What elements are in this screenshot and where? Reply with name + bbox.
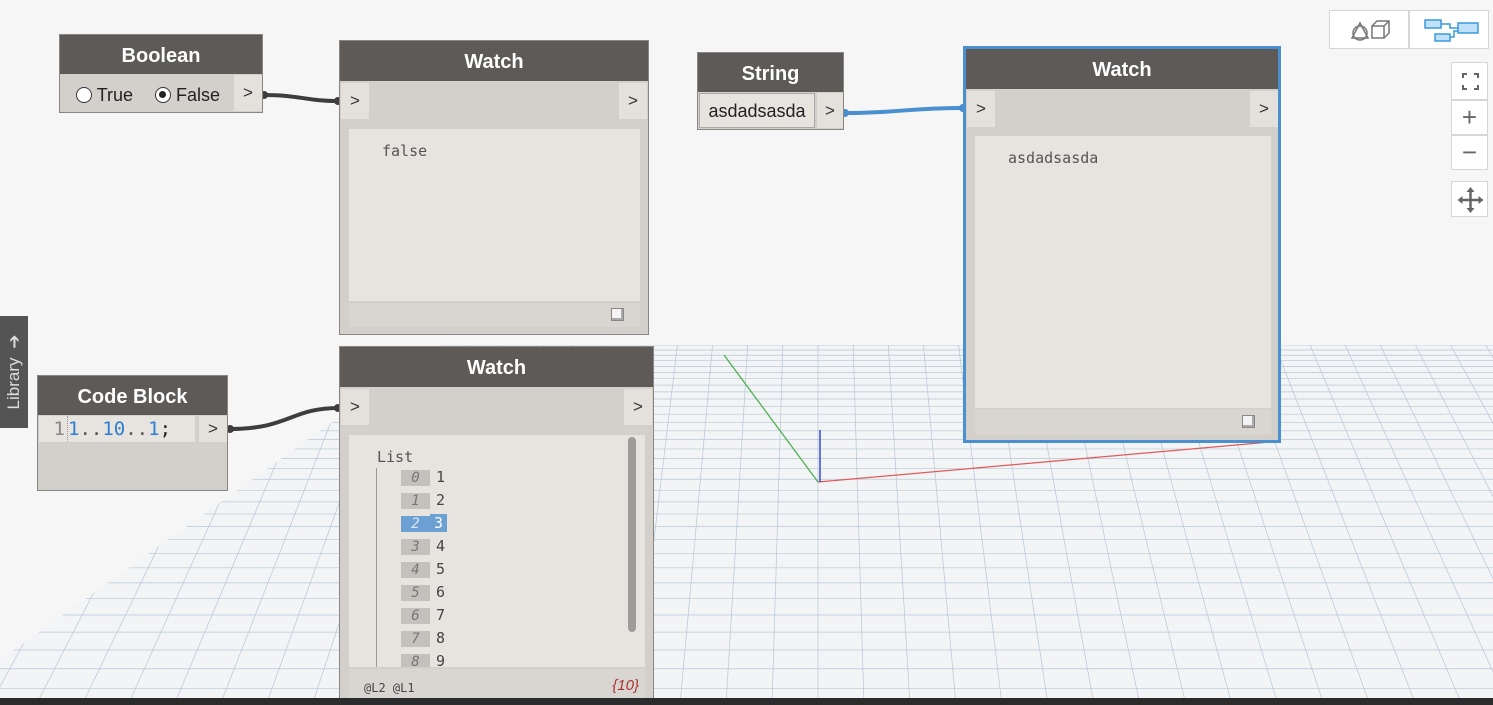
- code-token-semicolon: ;: [159, 418, 172, 440]
- string-node-title: String: [698, 53, 843, 92]
- list-item-value: 8: [436, 629, 446, 647]
- list-item[interactable]: 23: [401, 514, 448, 534]
- boolean-true-option[interactable]: True: [76, 85, 133, 106]
- string-output-port[interactable]: >: [817, 93, 843, 128]
- list-item-index: 8: [401, 654, 430, 667]
- minus-icon: −: [1461, 137, 1478, 167]
- boolean-node[interactable]: Boolean True False >: [59, 34, 263, 113]
- arrow-right-icon: ➔: [5, 334, 24, 349]
- list-item[interactable]: 34: [401, 537, 445, 557]
- list-tree-line: [376, 468, 377, 667]
- list-item[interactable]: 45: [401, 560, 445, 580]
- boolean-node-title: Boolean: [60, 35, 262, 74]
- graph-canvas[interactable]: Library ➔ Boolean True False > Watch > >…: [0, 0, 1493, 705]
- string-input-field[interactable]: asdadsasda: [699, 93, 815, 128]
- list-item-value: 2: [436, 491, 446, 509]
- fit-view-icon: [1462, 73, 1479, 90]
- status-strip: [0, 698, 1493, 705]
- list-item[interactable]: 67: [401, 606, 445, 626]
- boolean-true-label: True: [96, 85, 134, 105]
- list-item[interactable]: 01: [401, 468, 445, 488]
- boolean-false-label: False: [176, 85, 221, 105]
- boolean-output-port[interactable]: >: [234, 75, 262, 111]
- view-toggle: [1329, 10, 1489, 49]
- list-item-index: 3: [401, 539, 430, 555]
- list-item-index: 6: [401, 608, 430, 624]
- geometry-view-button[interactable]: [1329, 10, 1409, 49]
- zoom-fit-button[interactable]: [1451, 62, 1488, 100]
- library-tab-label: Library: [4, 357, 23, 410]
- list-count-label: {10}: [612, 677, 639, 694]
- watch-value-text: asdadsasda: [1008, 149, 1099, 167]
- code-token-range-op: ..: [79, 418, 103, 440]
- list-item-value: 7: [436, 606, 446, 624]
- list-item-value: 1: [436, 468, 446, 486]
- watch-value-panel: false: [349, 129, 640, 301]
- list-item-value: 3: [430, 514, 448, 532]
- code-token-step-op: ..: [125, 418, 149, 440]
- code-token-end: 10: [102, 418, 126, 440]
- watch-footer: [975, 410, 1271, 435]
- zoom-out-button[interactable]: −: [1451, 135, 1488, 170]
- list-scrollbar[interactable]: [628, 437, 636, 632]
- list-levels-label: @L2 @L1: [364, 681, 415, 695]
- code-line-number: 1: [39, 416, 68, 442]
- watch-input-port[interactable]: >: [967, 91, 995, 127]
- watch-footer: [349, 303, 640, 327]
- list-item-value: 4: [436, 537, 446, 555]
- watch-node-boolean[interactable]: Watch > > false: [339, 40, 649, 335]
- list-item[interactable]: 56: [401, 583, 445, 603]
- list-item-index: 5: [401, 585, 430, 601]
- list-item-value: 5: [436, 560, 446, 578]
- code-block-node[interactable]: Code Block 1 1..10..1; >: [37, 375, 228, 491]
- plus-icon: +: [1461, 102, 1478, 132]
- watch-input-port[interactable]: >: [341, 389, 369, 425]
- list-item-index: 7: [401, 631, 430, 647]
- watch-list-footer: @L2 @L1 {10}: [349, 669, 645, 701]
- geometry-view-icon: [1350, 20, 1390, 41]
- pan-move-icon: [1457, 187, 1484, 213]
- resize-handle-icon[interactable]: [611, 308, 624, 321]
- watch-output-port[interactable]: >: [619, 83, 647, 119]
- list-item-value: 6: [436, 583, 446, 601]
- list-item-value: 9: [436, 652, 446, 667]
- watch-node-title: Watch: [966, 49, 1278, 89]
- list-item-index: 4: [401, 562, 430, 578]
- code-editor[interactable]: 1 1..10..1;: [39, 416, 195, 442]
- code-token-start: 1: [68, 418, 80, 440]
- list-item[interactable]: 12: [401, 491, 445, 511]
- list-item-index: 0: [401, 470, 430, 486]
- watch-node-title: Watch: [340, 347, 653, 387]
- library-tab[interactable]: Library ➔: [0, 316, 28, 428]
- list-item-index: 1: [401, 493, 430, 509]
- list-item-index: 2: [401, 516, 430, 532]
- graph-view-button[interactable]: [1409, 10, 1489, 49]
- watch-list-panel[interactable]: List 011223344556677889: [349, 435, 645, 667]
- watch-output-port[interactable]: >: [624, 389, 652, 425]
- boolean-false-option[interactable]: False: [155, 85, 220, 106]
- list-item[interactable]: 78: [401, 629, 445, 649]
- watch-output-port[interactable]: >: [1250, 91, 1278, 127]
- code-block-title: Code Block: [38, 376, 227, 415]
- radio-checked-icon: [155, 87, 171, 103]
- watch-node-list[interactable]: Watch > > List 011223344556677889 @L2 @L…: [339, 346, 654, 705]
- watch-value-text: false: [382, 142, 428, 160]
- watch-node-string[interactable]: Watch > > asdadsasda: [963, 46, 1281, 443]
- resize-handle-icon[interactable]: [1242, 415, 1255, 428]
- list-label: List: [377, 448, 414, 466]
- watch-node-title: Watch: [340, 41, 648, 81]
- watch-value-panel: asdadsasda: [975, 136, 1271, 408]
- pan-button[interactable]: [1451, 181, 1488, 217]
- radio-unchecked-icon: [76, 87, 92, 103]
- code-token-step: 1: [148, 418, 160, 440]
- zoom-in-button[interactable]: +: [1451, 100, 1488, 135]
- string-node[interactable]: String asdadsasda >: [697, 52, 844, 130]
- list-item[interactable]: 89: [401, 652, 445, 667]
- watch-input-port[interactable]: >: [341, 83, 369, 119]
- code-block-output-port[interactable]: >: [199, 416, 227, 442]
- graph-view-icon: [1424, 19, 1479, 42]
